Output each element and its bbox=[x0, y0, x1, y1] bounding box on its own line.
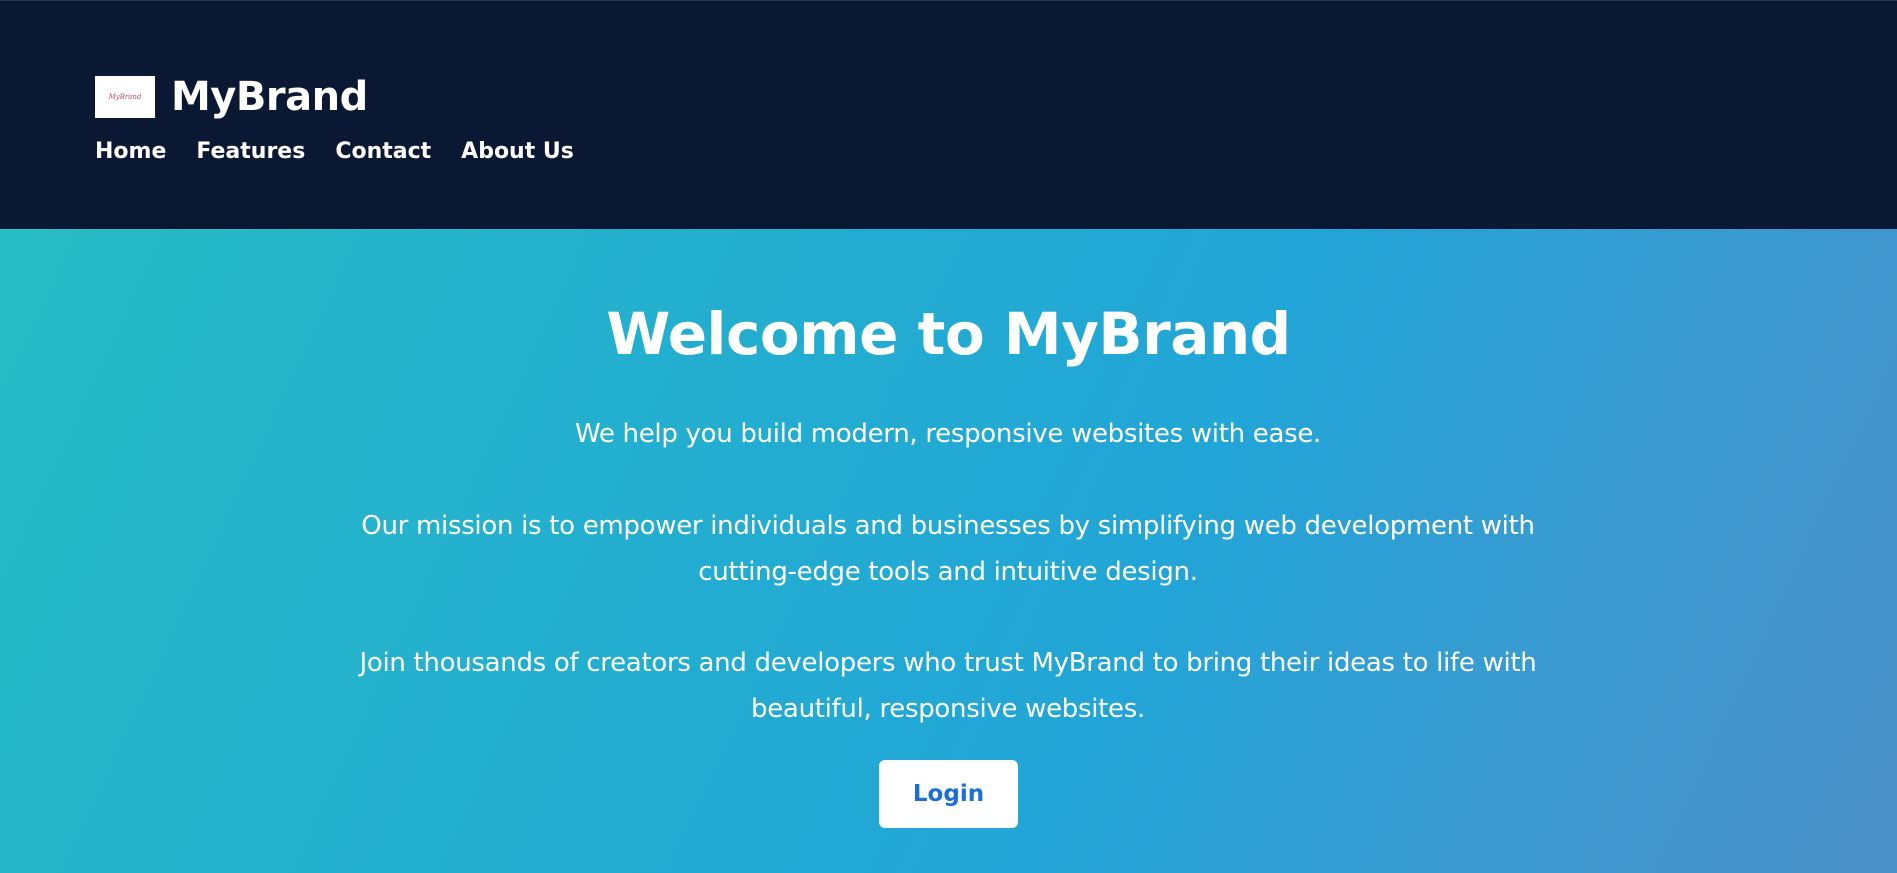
nav-link-features[interactable]: Features bbox=[196, 137, 305, 167]
brand-logo[interactable]: MyBrand bbox=[95, 76, 155, 118]
nav-link-contact[interactable]: Contact bbox=[335, 137, 431, 167]
hero-join-text: Join thousands of creators and developer… bbox=[359, 648, 1537, 724]
brand-logo-text: MyBrand bbox=[108, 93, 142, 101]
brand-name: MyBrand bbox=[171, 74, 368, 120]
main-nav: Home Features Contact About Us bbox=[95, 137, 574, 167]
page: MyBrand MyBrand Home Features Contact Ab… bbox=[0, 0, 1897, 873]
hero-tagline: We help you build modern, responsive web… bbox=[575, 419, 1321, 449]
brand[interactable]: MyBrand MyBrand bbox=[95, 73, 368, 121]
login-button[interactable]: Login bbox=[879, 760, 1018, 828]
site-header: MyBrand MyBrand Home Features Contact Ab… bbox=[0, 0, 1897, 229]
hero-section: Welcome to MyBrand We help you build mod… bbox=[0, 229, 1897, 873]
hero-title: Welcome to MyBrand bbox=[606, 300, 1291, 368]
nav-link-home[interactable]: Home bbox=[95, 137, 166, 167]
hero-mission: Our mission is to empower individuals an… bbox=[361, 511, 1535, 587]
nav-link-about-us[interactable]: About Us bbox=[461, 137, 574, 167]
